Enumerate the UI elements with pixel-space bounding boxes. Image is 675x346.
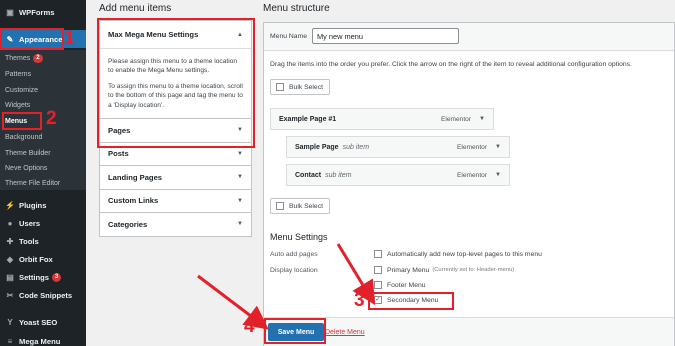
paintbrush-icon: ✎ (6, 34, 14, 44)
themes-update-badge: 2 (33, 54, 43, 63)
auto-add-checkbox[interactable] (374, 250, 382, 258)
footer-menu-checkbox[interactable] (374, 281, 382, 289)
sidebar-item-tools[interactable]: ✚ Tools (0, 233, 86, 249)
caret-down-icon[interactable]: ▼ (495, 144, 501, 150)
add-menu-items-heading: Add menu items (99, 3, 172, 14)
bulk-select-top[interactable]: Bulk Select (270, 79, 330, 95)
plugin-icon: ⚡ (5, 200, 15, 210)
location-footer-menu[interactable]: Footer Menu (374, 281, 426, 289)
sidebar-item-background[interactable]: Background (0, 131, 86, 144)
menu-name-input[interactable] (312, 28, 459, 44)
checkbox[interactable] (276, 202, 284, 210)
users-icon: ● (7, 218, 13, 228)
sidebar-item-neve-options[interactable]: Neve Options (0, 162, 86, 175)
auto-add-label: Auto add pages (270, 251, 318, 258)
save-menu-button[interactable]: Save Menu (268, 323, 324, 341)
sidebar-item-wpforms[interactable]: ▣ WPForms (0, 4, 86, 20)
mega-menu-icon: ≡ (7, 336, 13, 346)
section-custom-links[interactable]: Custom Links ▼ (99, 189, 252, 214)
menu-item-example-page[interactable]: Example Page #1 Elementor ▼ (270, 108, 494, 130)
checkmark-icon: ✓ (375, 296, 381, 303)
add-menu-items-accordion: Max Mega Menu Settings ▲ Please assign t… (99, 20, 252, 237)
caret-down-icon: ▼ (237, 150, 243, 157)
sidebar-item-widgets[interactable]: Widgets (0, 99, 86, 112)
sidebar-item-users[interactable]: ● Users (0, 215, 86, 231)
annotation-number-2: 2 (46, 108, 57, 129)
drag-instructions: Drag the items into the order you prefer… (270, 61, 632, 68)
menu-body: Drag the items into the order you prefer… (264, 52, 674, 317)
wrench-icon: ✚ (6, 236, 14, 246)
mega-menu-settings-panel: Max Mega Menu Settings ▲ Please assign t… (99, 20, 252, 120)
section-categories[interactable]: Categories ▼ (99, 213, 252, 237)
menu-structure-heading: Menu structure (263, 3, 330, 14)
mega-menu-settings-toggle[interactable]: Max Mega Menu Settings ▲ (100, 21, 251, 48)
settings-icon: ▤ (6, 272, 14, 282)
menu-footer: Save Menu Delete Menu (264, 317, 674, 346)
sidebar-item-mega-menu[interactable]: ≡ Mega Menu (0, 333, 86, 346)
code-icon: ✂ (6, 290, 14, 300)
sidebar-item-plugins[interactable]: ⚡ Plugins (0, 197, 86, 213)
menu-item-sample-page[interactable]: Sample Page sub item Elementor ▼ (286, 136, 510, 158)
yoast-icon: Y (7, 317, 13, 327)
sidebar-item-customize[interactable]: Customize (0, 84, 86, 97)
sidebar-item-yoast-seo[interactable]: Y Yoast SEO (0, 314, 86, 330)
wpforms-icon: ▣ (6, 7, 14, 17)
sidebar-item-menus[interactable]: Menus (0, 115, 86, 128)
menu-name-bar: Menu Name (264, 23, 674, 51)
display-location-label: Display location (270, 267, 318, 274)
sidebar-item-theme-builder[interactable]: Theme Builder (0, 147, 86, 160)
annotation-number-1: 1 (64, 28, 75, 49)
section-pages[interactable]: Pages ▼ (99, 119, 252, 143)
sidebar-item-settings[interactable]: ▤ Settings 3 (0, 269, 86, 285)
sidebar-item-orbit-fox[interactable]: ◆ Orbit Fox (0, 251, 86, 267)
auto-add-option[interactable]: Automatically add new top-level pages to… (374, 250, 542, 258)
menu-settings-title: Menu Settings (270, 232, 328, 242)
mega-menu-settings-body: Please assign this menu to a theme locat… (100, 48, 251, 118)
caret-down-icon: ▼ (237, 197, 243, 204)
settings-badge: 3 (51, 272, 62, 282)
bulk-select-bottom[interactable]: Bulk Select (270, 198, 330, 214)
caret-up-icon: ▲ (237, 31, 243, 38)
caret-down-icon[interactable]: ▼ (479, 116, 485, 122)
sidebar-item-patterns[interactable]: Patterns (0, 68, 86, 81)
sidebar-item-theme-file-editor[interactable]: Theme File Editor (0, 177, 86, 190)
section-landing-pages[interactable]: Landing Pages ▼ (99, 166, 252, 190)
menu-item-contact[interactable]: Contact sub item Elementor ▼ (286, 164, 510, 186)
section-posts[interactable]: Posts ▼ (99, 142, 252, 167)
delete-menu-link[interactable]: Delete Menu (325, 329, 365, 336)
menu-structure-panel: Menu Name Drag the items into the order … (263, 22, 675, 346)
caret-down-icon[interactable]: ▼ (495, 172, 501, 178)
caret-down-icon: ▼ (237, 221, 243, 228)
caret-down-icon: ▼ (237, 174, 243, 181)
sidebar-item-themes[interactable]: Themes 2 (0, 52, 86, 65)
primary-menu-checkbox[interactable] (374, 266, 382, 274)
location-primary-menu[interactable]: Primary Menu (Currently set to: Header-m… (374, 266, 514, 274)
secondary-menu-checkbox[interactable]: ✓ (374, 296, 382, 304)
fox-icon: ◆ (6, 254, 14, 264)
location-secondary-menu[interactable]: ✓ Secondary Menu (374, 296, 438, 304)
checkbox[interactable] (276, 83, 284, 91)
sidebar-item-code-snippets[interactable]: ✂ Code Snippets (0, 287, 86, 303)
caret-down-icon: ▼ (237, 127, 243, 134)
admin-sidebar: ▣ WPForms ✎ Appearance Themes 2 Patterns… (0, 0, 86, 346)
menu-name-label: Menu Name (270, 33, 308, 40)
annotation-number-3: 3 (354, 290, 365, 311)
annotation-number-4: 4 (244, 316, 255, 337)
